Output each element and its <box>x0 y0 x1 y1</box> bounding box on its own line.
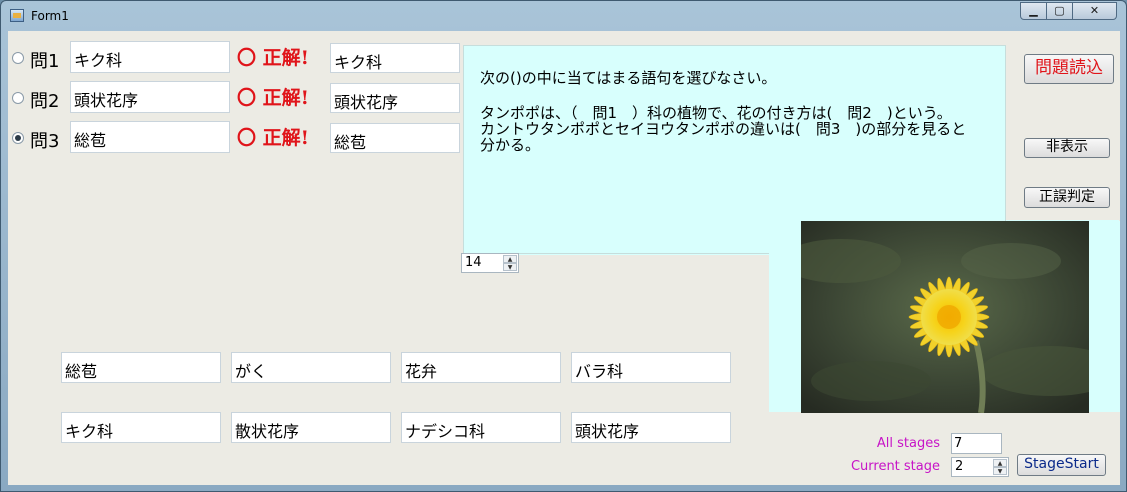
current-stage-value: 2 <box>955 459 964 474</box>
font-size-value: 14 <box>465 255 482 270</box>
spin-down-icon[interactable]: ▼ <box>503 263 517 271</box>
minimize-button[interactable]: ▁ <box>1020 2 1047 20</box>
correct-answer-3[interactable]: 総苞 <box>330 123 460 153</box>
question-1-label: 問1 <box>30 51 60 72</box>
dandelion-image <box>801 221 1089 413</box>
question-2-label: 問2 <box>30 91 60 112</box>
hide-button[interactable]: 非表示 <box>1024 138 1110 158</box>
radio-question-3[interactable] <box>12 132 24 144</box>
question-3-label: 問3 <box>30 131 60 152</box>
question-text: タンポポは、（ 問1 ）科の植物で、花の付き方は( 問2 )という。 カントウタ… <box>480 104 967 154</box>
font-size-spinner[interactable]: 14 ▲ ▼ <box>461 253 519 273</box>
result-label-2: 〇 正解! <box>237 87 309 109</box>
choice-2[interactable]: がく <box>231 352 391 383</box>
choice-8[interactable]: 頭状花序 <box>571 412 731 443</box>
title-bar[interactable]: Form1 ▁ ▢ ✕ <box>1 1 1126 31</box>
answer-field-2[interactable]: 頭状花序 <box>70 81 230 113</box>
all-stages-field[interactable]: 7 <box>951 433 1002 454</box>
answer-field-3[interactable]: 総苞 <box>70 121 230 153</box>
window-title: Form1 <box>31 9 69 23</box>
current-stage-label: Current stage <box>850 459 940 474</box>
choice-3[interactable]: 花弁 <box>401 352 561 383</box>
radio-question-1[interactable] <box>12 52 24 64</box>
judge-button[interactable]: 正誤判定 <box>1024 187 1110 208</box>
correct-answer-1[interactable]: キク科 <box>330 43 460 73</box>
current-stage-spinner[interactable]: 2 ▲ ▼ <box>951 457 1009 477</box>
stage-down-icon[interactable]: ▼ <box>993 467 1007 475</box>
maximize-button[interactable]: ▢ <box>1046 2 1073 20</box>
main-window: Form1 ▁ ▢ ✕ 問1 キク科 〇 正解! キク科 問2 頭状花序 〇 正… <box>0 0 1127 492</box>
radio-question-2[interactable] <box>12 92 24 104</box>
result-label-1: 〇 正解! <box>237 47 309 69</box>
spin-up-icon[interactable]: ▲ <box>503 255 517 263</box>
choice-1[interactable]: 総苞 <box>61 352 221 383</box>
all-stages-label: All stages <box>876 436 940 451</box>
choice-6[interactable]: 散状花序 <box>231 412 391 443</box>
load-questions-button[interactable]: 問題読込 <box>1024 54 1114 84</box>
result-label-3: 〇 正解! <box>237 127 309 149</box>
instruction-text: 次の()の中に当てはまる語句を選びなさい。 <box>480 69 777 87</box>
close-button[interactable]: ✕ <box>1072 2 1117 20</box>
choice-4[interactable]: バラ科 <box>571 352 731 383</box>
correct-answer-2[interactable]: 頭状花序 <box>330 83 460 113</box>
answer-field-1[interactable]: キク科 <box>70 41 230 73</box>
choice-7[interactable]: ナデシコ科 <box>401 412 561 443</box>
app-icon[interactable] <box>10 9 24 22</box>
choice-5[interactable]: キク科 <box>61 412 221 443</box>
form-client-area: 問1 キク科 〇 正解! キク科 問2 頭状花序 〇 正解! 頭状花序 問3 総… <box>8 31 1120 485</box>
stage-start-button[interactable]: StageStart <box>1017 454 1106 476</box>
stage-up-icon[interactable]: ▲ <box>993 459 1007 467</box>
dandelion-flower-icon <box>801 221 1089 413</box>
